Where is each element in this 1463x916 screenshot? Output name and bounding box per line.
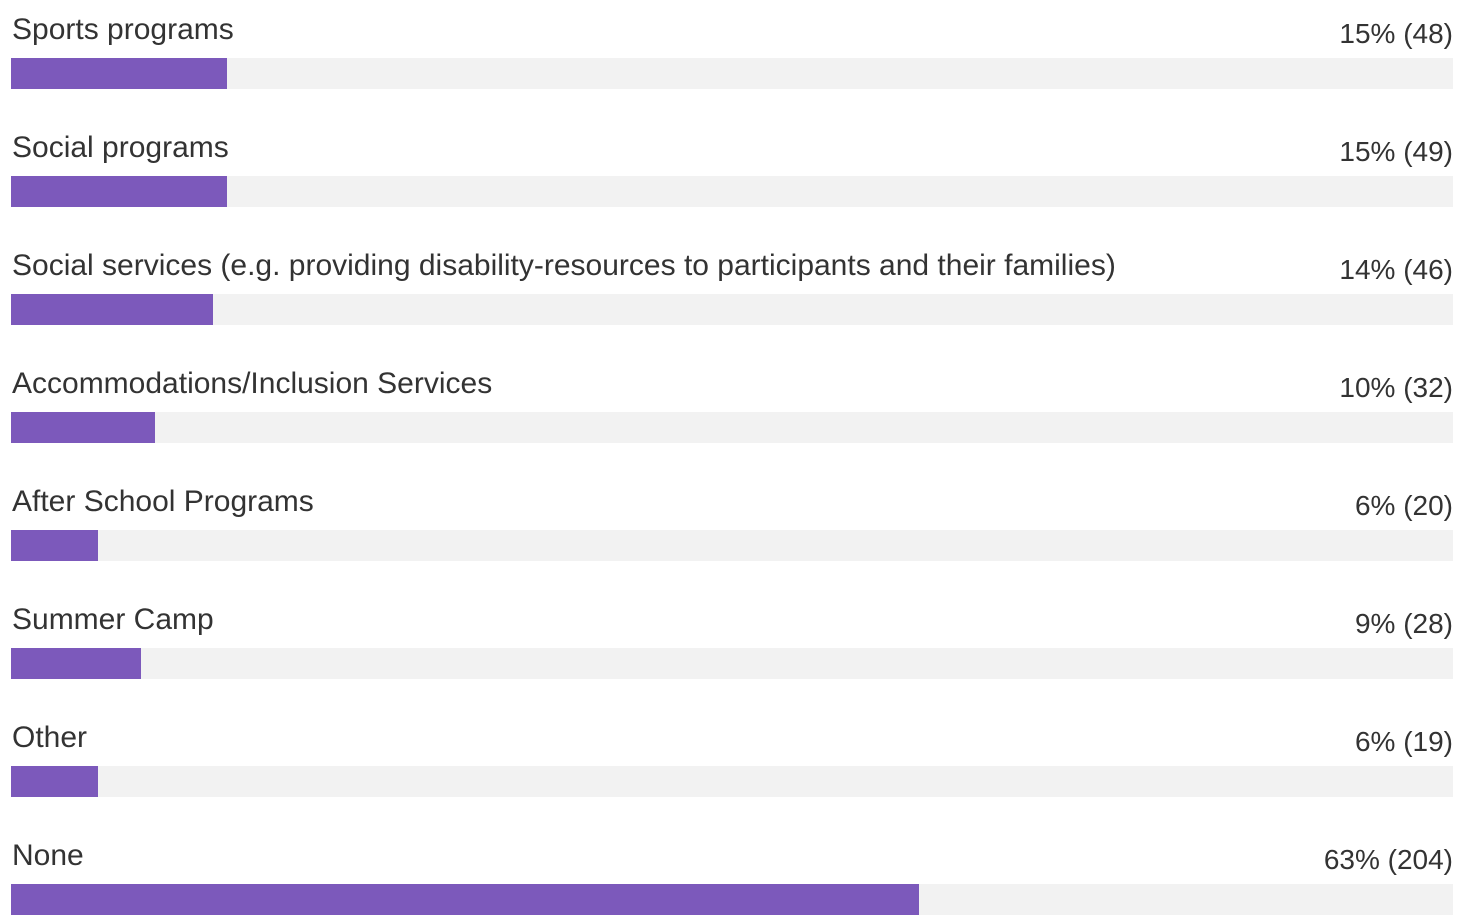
bar-value-label: 6% (19)	[1354, 726, 1453, 757]
bar-row: Social programs 15% (49)	[11, 118, 1453, 208]
bar-track	[11, 884, 1453, 915]
bar-row: Accommodations/Inclusion Services 10% (32…	[11, 354, 1453, 444]
bar-chart: Sports programs 15% (48) Social programs 15…	[0, 0, 1463, 915]
bar-label: Sports programs	[12, 13, 234, 46]
bar-track	[11, 766, 1453, 797]
bar-track	[11, 412, 1453, 443]
bar-label: Summer Camp	[12, 603, 214, 636]
bar-label: Accommodations/Inclusion Services	[12, 367, 493, 400]
bar-label: After School Programs	[12, 485, 314, 518]
bar-value-label: 6% (20)	[1354, 490, 1453, 521]
bar-track	[11, 648, 1453, 679]
bar-row: Summer Camp 9% (28)	[11, 590, 1453, 680]
bar-track	[11, 58, 1453, 89]
bar	[11, 176, 227, 207]
bar-value-label: 15% (49)	[1339, 136, 1453, 167]
bar-track	[11, 530, 1453, 561]
bar	[11, 648, 141, 679]
bar-row: Sports programs 15% (48)	[11, 0, 1453, 90]
bar-label: Social services (e.g. providing disabili…	[12, 249, 1116, 282]
bar-label: None	[12, 839, 84, 872]
bar-value-label: 63% (204)	[1323, 844, 1453, 875]
bar-label: Social programs	[12, 131, 229, 164]
bar-track	[11, 294, 1453, 325]
bar-value-label: 10% (32)	[1339, 372, 1453, 403]
bar	[11, 294, 213, 325]
bar	[11, 530, 98, 561]
bar	[11, 884, 919, 915]
bar	[11, 58, 227, 89]
bar-track	[11, 176, 1453, 207]
bar-label: Other	[12, 721, 88, 754]
bar	[11, 766, 98, 797]
bar-row: Other 6% (19)	[11, 708, 1453, 798]
bar-value-label: 15% (48)	[1339, 18, 1453, 49]
bar-value-label: 14% (46)	[1339, 254, 1453, 285]
bar-row: Social services (e.g. providing disabili…	[11, 236, 1453, 326]
bar-row: After School Programs 6% (20)	[11, 472, 1453, 562]
bar	[11, 412, 155, 443]
bar-row: None 63% (204)	[11, 826, 1453, 916]
bar-value-label: 9% (28)	[1354, 608, 1453, 639]
